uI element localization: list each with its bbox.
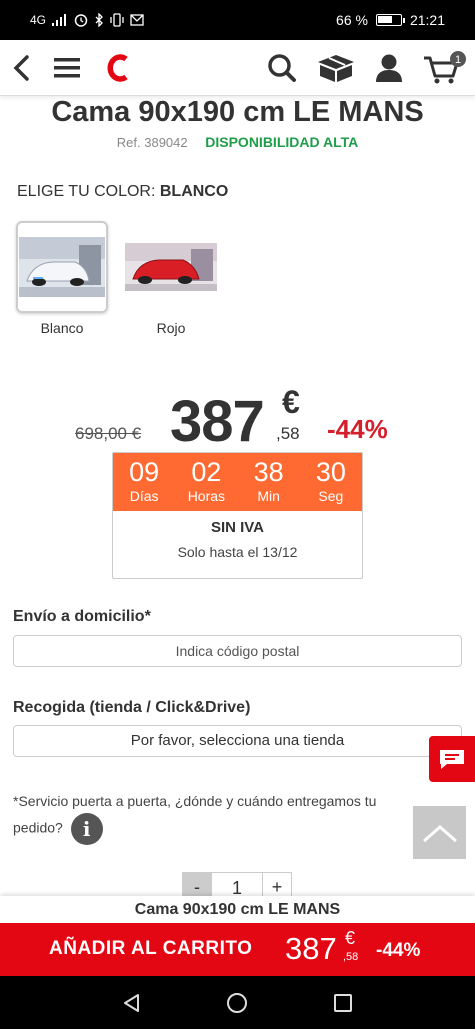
system-nav-bar bbox=[0, 976, 475, 1029]
swatch-label-rojo[interactable]: Rojo bbox=[125, 320, 217, 336]
product-title: Cama 90x190 cm LE MANS bbox=[51, 96, 424, 128]
nav-home-icon[interactable] bbox=[225, 991, 249, 1015]
color-swatch-rojo[interactable] bbox=[125, 221, 217, 313]
service-note-text: *Servicio puerta a puerta, ¿dónde y cuán… bbox=[13, 793, 377, 836]
countdown-hours-value: 02 bbox=[191, 457, 222, 487]
sticky-price-integer: 387 bbox=[285, 931, 337, 966]
price-decimals: ,58 bbox=[276, 424, 300, 443]
swatch-label-blanco[interactable]: Blanco bbox=[16, 320, 108, 336]
color-selector-label: ELIGE TU COLOR: BLANCO bbox=[17, 183, 228, 201]
cart-count-badge: 1 bbox=[455, 54, 461, 66]
app-header: 1 bbox=[0, 40, 475, 96]
sticky-product-name: Cama 90x190 cm LE MANS bbox=[0, 896, 475, 923]
service-note: *Servicio puerta a puerta, ¿dónde y cuán… bbox=[13, 789, 413, 845]
alarm-icon bbox=[74, 14, 88, 27]
countdown-bar: 09 Días 02 Horas 38 Min 30 Seg bbox=[113, 453, 362, 511]
chat-icon bbox=[440, 750, 464, 769]
add-to-cart-label: AÑADIR AL CARRITO bbox=[49, 938, 253, 959]
price-integer: 387 bbox=[170, 389, 265, 454]
signal-icon bbox=[52, 14, 67, 26]
postal-code-input[interactable]: Indica código postal bbox=[13, 635, 462, 667]
availability-badge: DISPONIBILIDAD ALTA bbox=[205, 134, 359, 150]
status-bar: 4G 66 % 21:21 bbox=[0, 0, 475, 40]
mail-icon bbox=[130, 14, 144, 26]
color-label-prefix: ELIGE TU COLOR: bbox=[17, 183, 160, 200]
status-left: 4G bbox=[30, 13, 144, 27]
network-indicator: 4G bbox=[30, 13, 47, 27]
discount-badge: -44% bbox=[327, 414, 388, 444]
user-icon[interactable] bbox=[373, 48, 405, 88]
white-bed-thumbnail bbox=[19, 237, 105, 297]
countdown-minutes-label: Min bbox=[257, 488, 280, 504]
search-icon[interactable] bbox=[266, 48, 298, 88]
chat-button[interactable] bbox=[429, 736, 475, 782]
countdown-seconds: 30 Seg bbox=[300, 453, 362, 511]
offer-valid-until: Solo hasta el 13/12 bbox=[177, 544, 298, 560]
pickup-label: Recogida (tienda / Click&Drive) bbox=[13, 699, 251, 716]
sticky-discount: -44% bbox=[376, 940, 421, 961]
countdown-minutes: 38 Min bbox=[238, 453, 300, 511]
countdown-days: 09 Días bbox=[113, 453, 175, 511]
countdown-hours: 02 Horas bbox=[175, 453, 237, 511]
price-currency: € bbox=[282, 384, 300, 420]
red-bed-thumbnail bbox=[125, 243, 217, 291]
product-meta: Ref. 389042 DISPONIBILIDAD ALTA bbox=[0, 134, 475, 150]
nav-recents-icon[interactable] bbox=[332, 992, 354, 1014]
sticky-price-currency: € bbox=[345, 928, 356, 948]
countdown-seconds-label: Seg bbox=[318, 488, 344, 504]
brand-logo[interactable] bbox=[104, 48, 132, 88]
color-swatch-blanco[interactable] bbox=[16, 221, 108, 313]
scroll-to-top-button[interactable] bbox=[413, 806, 466, 859]
battery-icon bbox=[375, 14, 405, 26]
battery-percent: 66 % bbox=[336, 12, 368, 28]
countdown-seconds-value: 30 bbox=[315, 457, 346, 487]
countdown-minutes-value: 38 bbox=[253, 457, 284, 487]
countdown-days-label: Días bbox=[129, 488, 159, 504]
chevron-up-icon bbox=[422, 824, 457, 842]
sticky-price-decimals: ,58 bbox=[343, 951, 359, 963]
offer-countdown: 09 Días 02 Horas 38 Min 30 Seg SIN IVA S… bbox=[112, 452, 363, 579]
add-to-cart-button[interactable]: AÑADIR AL CARRITO 387 € ,58 -44% bbox=[0, 923, 475, 976]
tax-note: SIN IVA bbox=[210, 519, 265, 536]
menu-icon[interactable] bbox=[52, 48, 82, 88]
home-delivery-label: Envío a domicilio* bbox=[13, 608, 151, 625]
cart-icon[interactable]: 1 bbox=[421, 48, 469, 88]
store-select[interactable]: Por favor, selecciona una tienda bbox=[13, 725, 462, 757]
info-icon[interactable]: i bbox=[70, 813, 103, 845]
battery-level bbox=[377, 16, 392, 23]
package-icon[interactable] bbox=[314, 48, 358, 88]
countdown-hours-label: Horas bbox=[187, 488, 226, 504]
countdown-days-value: 09 bbox=[129, 457, 160, 487]
nav-back-icon[interactable] bbox=[121, 992, 143, 1014]
vibrate-icon bbox=[110, 13, 124, 27]
clock: 21:21 bbox=[409, 12, 445, 28]
old-price: 698,00 € bbox=[75, 424, 142, 443]
back-icon[interactable] bbox=[8, 48, 34, 88]
bluetooth-icon bbox=[95, 13, 103, 27]
status-right: 66 % 21:21 bbox=[336, 12, 445, 28]
product-ref: Ref. 389042 bbox=[116, 135, 188, 150]
selected-color: BLANCO bbox=[159, 183, 229, 200]
